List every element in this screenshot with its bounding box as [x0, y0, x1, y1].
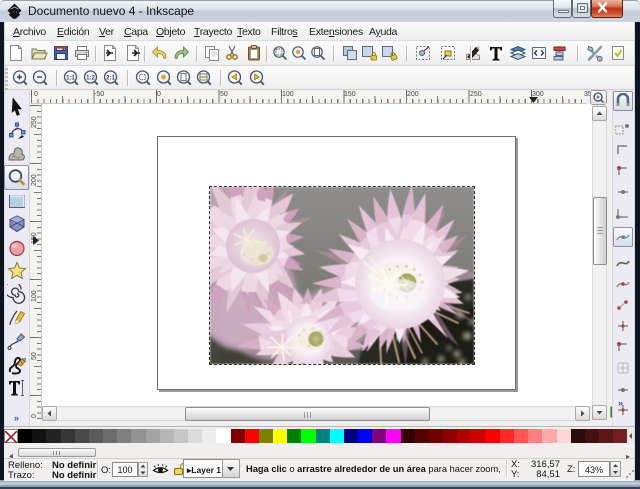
- svg-text:1:2: 1:2: [86, 75, 95, 81]
- svg-text:250: 250: [31, 116, 38, 128]
- svg-text:50: 50: [31, 352, 38, 360]
- svg-text:2:1: 2:1: [106, 75, 115, 81]
- svg-text:100: 100: [31, 290, 38, 302]
- svg-text:200: 200: [31, 174, 38, 186]
- svg-text:1:1: 1:1: [66, 75, 75, 81]
- svg-text:0: 0: [31, 414, 38, 418]
